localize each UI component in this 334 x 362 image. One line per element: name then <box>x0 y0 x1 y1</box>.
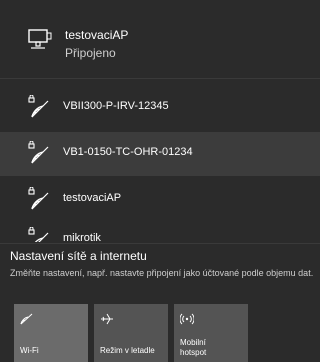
network-item[interactable]: testovaciAP <box>0 178 320 222</box>
wifi-toggle-tile[interactable]: Wi-Fi <box>14 304 88 362</box>
network-name: mikrotik <box>63 232 101 242</box>
wifi-icon <box>20 312 34 325</box>
network-flyout: testovaciAP Připojeno VBII300-P-IRV-1234… <box>0 0 320 362</box>
divider <box>0 78 320 79</box>
network-name: VBII300-P-IRV-12345 <box>63 100 169 112</box>
connected-network-name: testovaciAP <box>65 28 129 42</box>
network-settings-description: Změňte nastavení, např. nastavte připoje… <box>10 268 314 278</box>
wifi-toggle-label: Wi-Fi <box>20 346 39 355</box>
ethernet-icon <box>27 28 53 50</box>
wifi-secured-icon <box>28 140 50 165</box>
airplane-icon <box>100 312 114 325</box>
connected-network-status: Připojeno <box>65 46 116 60</box>
wifi-secured-icon <box>28 94 50 119</box>
network-name: testovaciAP <box>63 192 122 204</box>
quick-actions: Wi-Fi Režim v letadle Mobilní hotspot <box>14 304 254 362</box>
network-item[interactable]: mikrotik <box>0 218 320 242</box>
network-settings-link[interactable]: Nastavení sítě a internetu Změňte nastav… <box>0 244 320 304</box>
hotspot-icon <box>179 312 195 325</box>
network-name: VB1-0150-TC-OHR-01234 <box>63 146 193 158</box>
mobile-hotspot-tile[interactable]: Mobilní hotspot <box>174 304 248 362</box>
wifi-secured-icon <box>28 186 50 211</box>
wifi-secured-icon <box>28 226 50 242</box>
airplane-mode-label: Režim v letadle <box>100 346 155 355</box>
network-item[interactable]: VB1-0150-TC-OHR-01234 <box>0 132 320 176</box>
mobile-hotspot-label-line2: hotspot <box>180 348 207 357</box>
connected-network[interactable]: testovaciAP Připojeno <box>0 0 320 78</box>
airplane-mode-tile[interactable]: Režim v letadle <box>94 304 168 362</box>
mobile-hotspot-label: Mobilní hotspot <box>180 338 206 358</box>
network-settings-title[interactable]: Nastavení sítě a internetu <box>10 249 147 263</box>
network-item[interactable]: VBII300-P-IRV-12345 <box>0 86 320 130</box>
mobile-hotspot-label-line1: Mobilní <box>180 338 206 347</box>
